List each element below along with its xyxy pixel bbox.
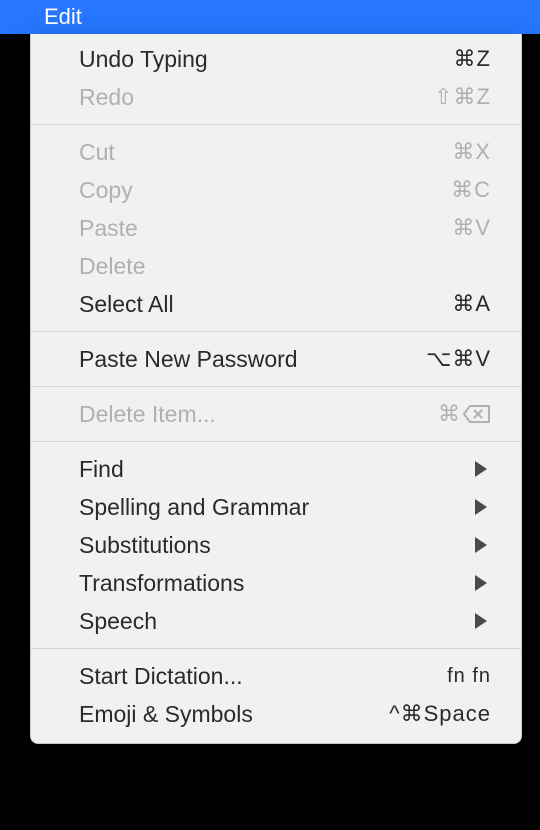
submenu-indicator-spelling bbox=[475, 499, 491, 515]
menu-item-paste-new-password[interactable]: Paste New Password ⌥⌘V bbox=[31, 340, 521, 378]
chevron-right-icon bbox=[475, 461, 487, 477]
menu-item-substitutions[interactable]: Substitutions bbox=[31, 526, 521, 564]
menu-label-cut: Cut bbox=[79, 139, 115, 166]
menu-label-paste-new-password: Paste New Password bbox=[79, 346, 298, 373]
menu-item-select-all[interactable]: Select All ⌘A bbox=[31, 285, 521, 323]
shortcut-delete-item: ⌘ bbox=[438, 401, 491, 427]
shortcut-paste: ⌘V bbox=[452, 215, 491, 241]
submenu-indicator-transformations bbox=[475, 575, 491, 591]
menu-label-delete-item: Delete Item... bbox=[79, 401, 216, 428]
menu-item-speech[interactable]: Speech bbox=[31, 602, 521, 640]
menu-item-start-dictation[interactable]: Start Dictation... fn fn bbox=[31, 657, 521, 695]
shortcut-delete-item-prefix: ⌘ bbox=[438, 401, 461, 427]
menu-item-emoji-symbols[interactable]: Emoji & Symbols ^⌘Space bbox=[31, 695, 521, 733]
menu-separator bbox=[31, 648, 521, 649]
menu-item-redo: Redo ⇧⌘Z bbox=[31, 78, 521, 116]
edit-menu-dropdown: Undo Typing ⌘Z Redo ⇧⌘Z Cut ⌘X Copy ⌘C P… bbox=[30, 34, 522, 744]
menu-item-spelling-grammar[interactable]: Spelling and Grammar bbox=[31, 488, 521, 526]
menu-label-delete: Delete bbox=[79, 253, 145, 280]
shortcut-emoji-symbols: ^⌘Space bbox=[389, 701, 491, 727]
shortcut-cut: ⌘X bbox=[452, 139, 491, 165]
menu-separator bbox=[31, 386, 521, 387]
menu-label-transformations: Transformations bbox=[79, 570, 244, 597]
menu-label-select-all: Select All bbox=[79, 291, 174, 318]
menu-label-start-dictation: Start Dictation... bbox=[79, 663, 243, 690]
chevron-right-icon bbox=[475, 499, 487, 515]
menu-label-spelling-grammar: Spelling and Grammar bbox=[79, 494, 309, 521]
menu-item-delete-item: Delete Item... ⌘ bbox=[31, 395, 521, 433]
submenu-indicator-substitutions bbox=[475, 537, 491, 553]
menu-item-undo[interactable]: Undo Typing ⌘Z bbox=[31, 40, 521, 78]
menu-label-speech: Speech bbox=[79, 608, 157, 635]
menu-label-paste: Paste bbox=[79, 215, 138, 242]
menubar-edit[interactable]: Edit bbox=[44, 4, 82, 30]
backspace-icon bbox=[463, 404, 491, 424]
shortcut-redo: ⇧⌘Z bbox=[434, 84, 491, 110]
shortcut-select-all: ⌘A bbox=[452, 291, 491, 317]
menu-item-transformations[interactable]: Transformations bbox=[31, 564, 521, 602]
shortcut-paste-new-password: ⌥⌘V bbox=[426, 346, 491, 372]
menu-item-find[interactable]: Find bbox=[31, 450, 521, 488]
menu-label-undo: Undo Typing bbox=[79, 46, 208, 73]
menu-label-redo: Redo bbox=[79, 84, 134, 111]
chevron-right-icon bbox=[475, 575, 487, 591]
menu-separator bbox=[31, 441, 521, 442]
menu-separator bbox=[31, 331, 521, 332]
chevron-right-icon bbox=[475, 613, 487, 629]
menu-label-emoji-symbols: Emoji & Symbols bbox=[79, 701, 253, 728]
menu-label-copy: Copy bbox=[79, 177, 133, 204]
submenu-indicator-find bbox=[475, 461, 491, 477]
menu-separator bbox=[31, 124, 521, 125]
menubar: Edit bbox=[0, 0, 540, 34]
menu-label-substitutions: Substitutions bbox=[79, 532, 211, 559]
menu-item-paste: Paste ⌘V bbox=[31, 209, 521, 247]
shortcut-undo: ⌘Z bbox=[454, 46, 491, 72]
menu-label-find: Find bbox=[79, 456, 124, 483]
submenu-indicator-speech bbox=[475, 613, 491, 629]
menu-item-delete: Delete bbox=[31, 247, 521, 285]
chevron-right-icon bbox=[475, 537, 487, 553]
shortcut-copy: ⌘C bbox=[451, 177, 491, 203]
shortcut-start-dictation: fn fn bbox=[447, 665, 491, 688]
menu-item-copy: Copy ⌘C bbox=[31, 171, 521, 209]
menu-item-cut: Cut ⌘X bbox=[31, 133, 521, 171]
